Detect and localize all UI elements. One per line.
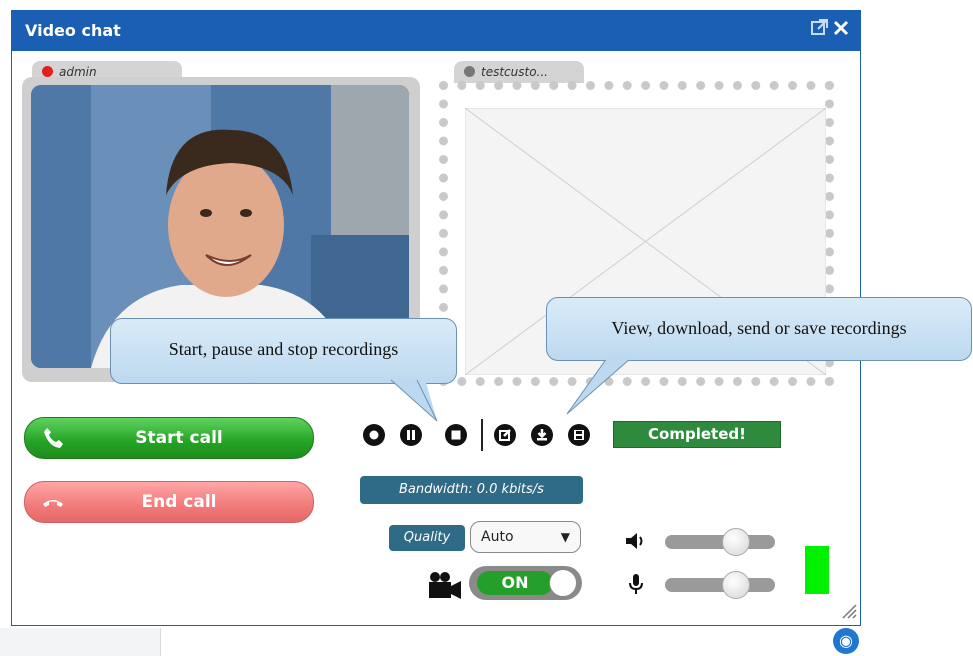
camera-toggle-label: ON — [477, 571, 553, 595]
quality-label: Quality — [389, 525, 465, 551]
microphone-icon — [624, 572, 648, 596]
video-camera-icon — [427, 571, 463, 599]
visibility-icon[interactable]: ◉ — [833, 628, 859, 654]
toggle-knob[interactable] — [549, 569, 577, 597]
speaker-volume-thumb[interactable] — [722, 528, 750, 556]
record-icon[interactable] — [362, 423, 386, 447]
quality-select[interactable]: Auto ▼ — [470, 521, 581, 553]
pause-icon[interactable] — [399, 423, 423, 447]
recording-divider — [481, 419, 483, 451]
speaker-icon — [624, 529, 648, 553]
bandwidth-indicator: Bandwidth: 0.0 kbits/s — [360, 476, 583, 504]
recording-status-badge: Completed! — [613, 421, 781, 448]
download-icon[interactable] — [530, 423, 554, 447]
remote-username: testcusto... — [481, 65, 548, 79]
end-call-button[interactable]: End call — [24, 481, 314, 523]
background-panel — [0, 628, 160, 656]
speaker-volume-slider[interactable] — [665, 528, 775, 556]
quality-selected-value: Auto — [481, 529, 514, 545]
callout-left-text: Start, pause and stop recordings — [168, 339, 399, 359]
background-divider — [160, 628, 161, 656]
start-call-label: Start call — [135, 428, 223, 448]
stop-icon[interactable] — [444, 423, 468, 447]
microphone-volume-thumb[interactable] — [722, 571, 750, 599]
resize-grip-icon[interactable] — [839, 601, 857, 619]
popout-icon[interactable] — [810, 17, 830, 37]
microphone-volume-slider[interactable] — [665, 571, 775, 599]
save-icon[interactable] — [567, 423, 591, 447]
window-title: Video chat — [25, 21, 121, 40]
camera-toggle[interactable]: ON — [469, 566, 582, 600]
callout-recording-actions: View, download, send or save recordings — [546, 297, 972, 415]
edit-icon[interactable] — [493, 423, 517, 447]
dropdown-arrow-icon: ▼ — [560, 530, 570, 544]
local-status-dot — [42, 66, 53, 77]
remote-video-tab: testcusto... — [454, 61, 584, 83]
title-bar: Video chat — [12, 11, 860, 51]
audio-level-meter — [805, 546, 829, 594]
close-icon[interactable] — [832, 16, 852, 38]
start-call-button[interactable]: Start call — [24, 417, 314, 459]
end-call-label: End call — [141, 492, 217, 512]
callout-right-text: View, download, send or save recordings — [611, 318, 907, 338]
remote-status-dot — [464, 66, 475, 77]
callout-recording-controls: Start, pause and stop recordings — [110, 318, 457, 422]
